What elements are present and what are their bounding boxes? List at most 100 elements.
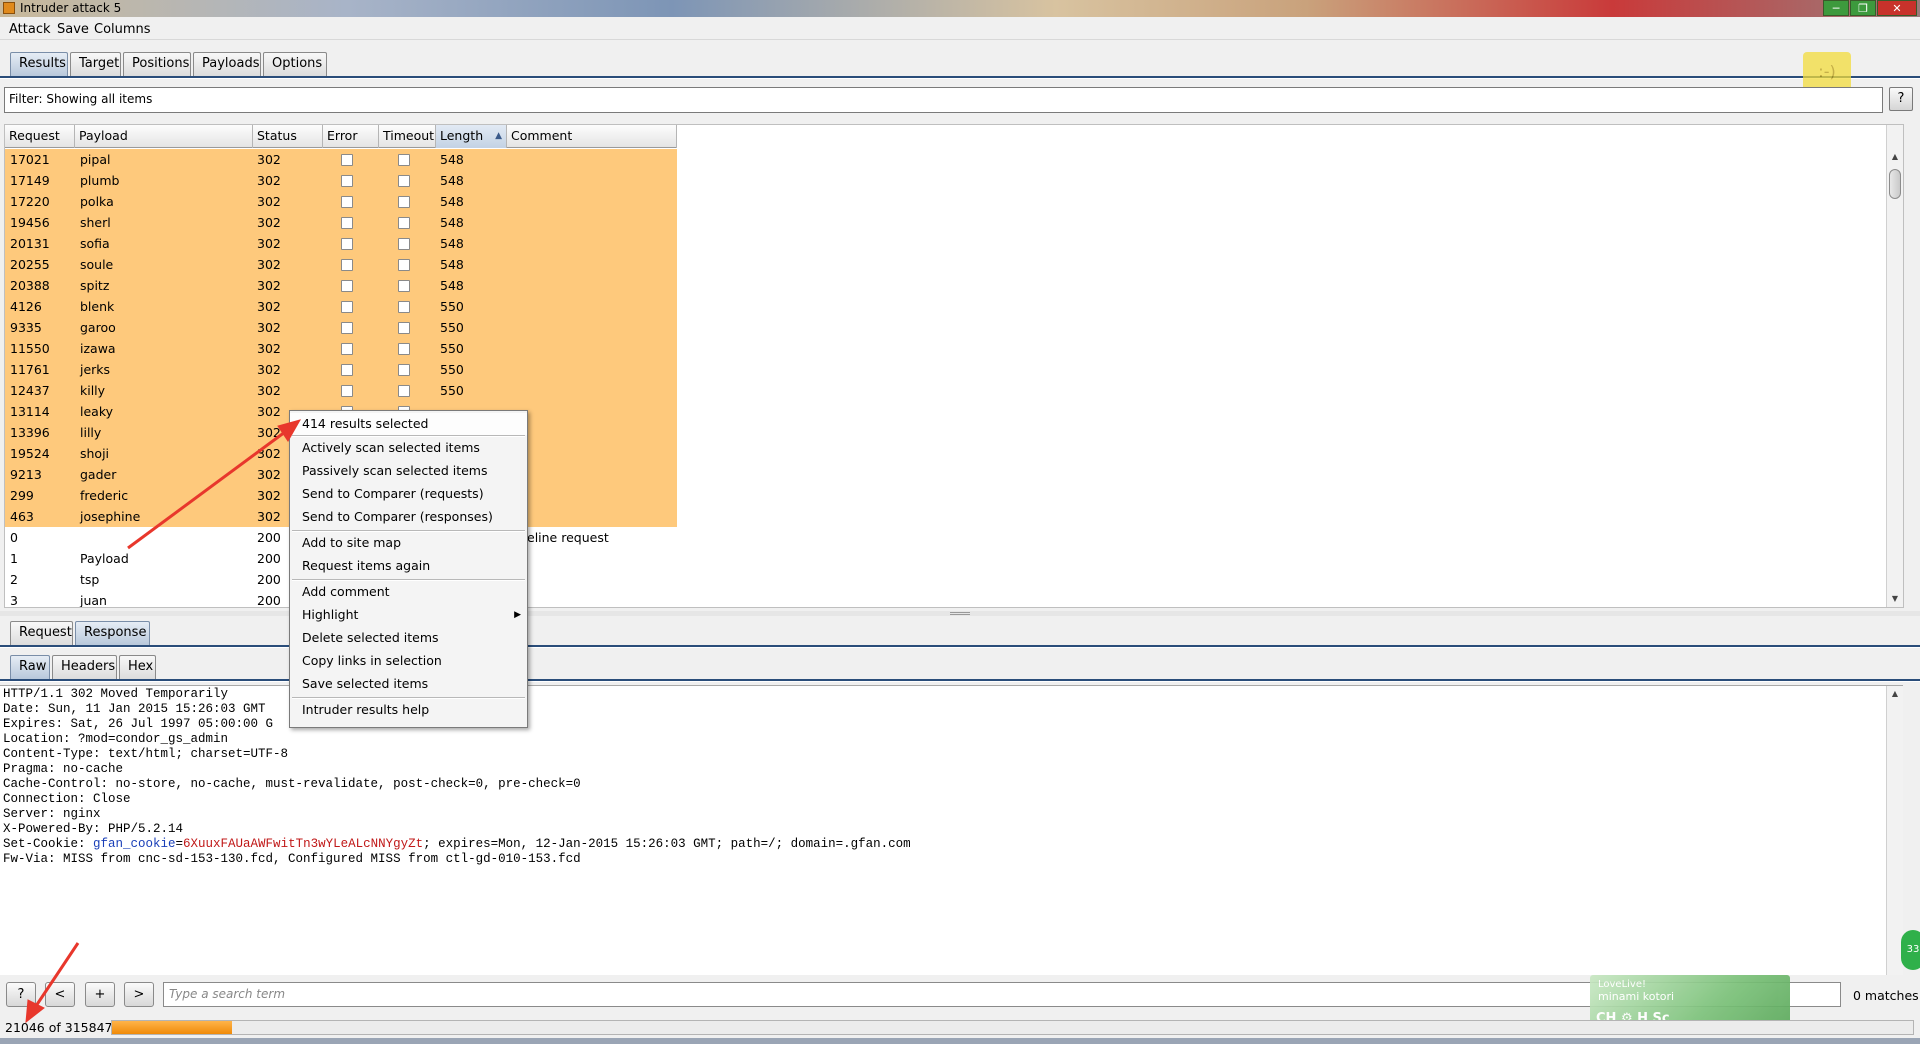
- table-row[interactable]: 11550 izawa 302 550: [5, 338, 677, 359]
- scroll-down-icon[interactable]: ▼: [1887, 591, 1903, 607]
- tab-request[interactable]: Request: [10, 621, 73, 645]
- cell-length: 548: [440, 257, 464, 272]
- response-line: Connection: Close: [3, 792, 131, 806]
- table-row[interactable]: 19456 sherl 302 548: [5, 212, 677, 233]
- attack-progress-bar: [111, 1020, 1914, 1035]
- error-checkbox[interactable]: [341, 343, 353, 355]
- response-line: Content-Type: text/html; charset=UTF-8: [3, 747, 289, 761]
- scroll-thumb[interactable]: [1889, 169, 1901, 199]
- table-row[interactable]: 11761 jerks 302 550: [5, 359, 677, 380]
- timeout-checkbox[interactable]: [398, 280, 410, 292]
- error-checkbox[interactable]: [341, 385, 353, 397]
- timeout-checkbox[interactable]: [398, 322, 410, 334]
- restore-icon[interactable]: ❐: [1850, 0, 1876, 16]
- table-row[interactable]: 17021 pipal 302 548: [5, 149, 677, 170]
- context-menu-item-passively-scan-selected-items[interactable]: Passively scan selected items: [290, 460, 527, 482]
- context-menu-item-intruder-results-help[interactable]: Intruder results help: [290, 699, 527, 721]
- tab-payloads[interactable]: Payloads: [193, 52, 261, 76]
- search-next-button[interactable]: >: [124, 982, 154, 1007]
- context-menu-item-save-selected-items[interactable]: Save selected items: [290, 673, 527, 695]
- table-scrollbar[interactable]: ▲ ▼: [1886, 125, 1903, 607]
- error-checkbox[interactable]: [341, 238, 353, 250]
- cell-payload: frederic: [80, 488, 129, 503]
- response-scrollbar[interactable]: ▲: [1886, 686, 1903, 975]
- error-checkbox[interactable]: [341, 301, 353, 313]
- context-menu-item-send-to-comparer-responses[interactable]: Send to Comparer (responses): [290, 506, 527, 528]
- cell-status: 200: [257, 593, 281, 608]
- column-payload[interactable]: Payload: [75, 125, 253, 148]
- response-text: HTTP/1.1 302 Moved Temporarily Date: Sun…: [0, 686, 1903, 868]
- menu-attack[interactable]: Attack: [9, 22, 51, 37]
- table-row[interactable]: 20131 sofia 302 548: [5, 233, 677, 254]
- error-checkbox[interactable]: [341, 259, 353, 271]
- search-prev-button[interactable]: <: [45, 982, 75, 1007]
- timeout-checkbox[interactable]: [398, 301, 410, 313]
- context-menu-item-label: Send to Comparer (requests): [302, 486, 484, 501]
- cell-length: 550: [440, 383, 464, 398]
- context-menu-item-copy-links-in-selection[interactable]: Copy links in selection: [290, 650, 527, 672]
- tab-positions[interactable]: Positions: [123, 52, 191, 76]
- table-row[interactable]: 20388 spitz 302 548: [5, 275, 677, 296]
- tab-hex[interactable]: Hex: [119, 655, 156, 679]
- timeout-checkbox[interactable]: [398, 364, 410, 376]
- column-timeout[interactable]: Timeout: [379, 125, 436, 148]
- table-header: Request Payload Status Error Timeout Len…: [5, 125, 677, 148]
- tab-results[interactable]: Results: [10, 52, 68, 76]
- column-status[interactable]: Status: [253, 125, 323, 148]
- timeout-checkbox[interactable]: [398, 238, 410, 250]
- timeout-checkbox[interactable]: [398, 196, 410, 208]
- column-error[interactable]: Error: [323, 125, 379, 148]
- table-row[interactable]: 9335 garoo 302 550: [5, 317, 677, 338]
- timeout-checkbox[interactable]: [398, 175, 410, 187]
- timeout-checkbox[interactable]: [398, 217, 410, 229]
- context-menu-item-delete-selected-items[interactable]: Delete selected items: [290, 627, 527, 649]
- context-menu-item-label: Add to site map: [302, 535, 402, 550]
- table-row[interactable]: 17149 plumb 302 548: [5, 170, 677, 191]
- error-checkbox[interactable]: [341, 175, 353, 187]
- timeout-checkbox[interactable]: [398, 385, 410, 397]
- menu-columns[interactable]: Columns: [94, 22, 151, 37]
- splitter-grip[interactable]: [950, 612, 970, 615]
- context-menu-item-request-items-again[interactable]: Request items again: [290, 555, 527, 577]
- table-row[interactable]: 12437 killy 302 550: [5, 380, 677, 401]
- close-icon[interactable]: ✕: [1877, 0, 1917, 16]
- response-viewer[interactable]: HTTP/1.1 302 Moved Temporarily Date: Sun…: [0, 685, 1903, 975]
- search-matches: 0 matches: [1853, 988, 1919, 1003]
- table-row[interactable]: 17220 polka 302 548: [5, 191, 677, 212]
- scroll-up-icon[interactable]: ▲: [1887, 149, 1903, 165]
- error-checkbox[interactable]: [341, 217, 353, 229]
- column-comment[interactable]: Comment: [507, 125, 677, 148]
- error-checkbox[interactable]: [341, 364, 353, 376]
- tab-target[interactable]: Target: [70, 52, 121, 76]
- column-length-label: Length: [440, 128, 484, 143]
- tab-options[interactable]: Options: [263, 52, 327, 76]
- table-row[interactable]: 20255 soule 302 548: [5, 254, 677, 275]
- tab-headers[interactable]: Headers: [52, 655, 117, 679]
- column-request[interactable]: Request: [5, 125, 75, 148]
- context-menu-item-send-to-comparer-requests[interactable]: Send to Comparer (requests): [290, 483, 527, 505]
- error-checkbox[interactable]: [341, 280, 353, 292]
- search-help-button[interactable]: ?: [6, 982, 36, 1007]
- filter-bar[interactable]: Filter: Showing all items: [4, 87, 1883, 113]
- minimize-icon[interactable]: ─: [1823, 0, 1849, 16]
- table-row[interactable]: 4126 blenk 302 550: [5, 296, 677, 317]
- context-menu-item-actively-scan-selected-items[interactable]: Actively scan selected items: [290, 437, 527, 459]
- cell-payload: soule: [80, 257, 114, 272]
- context-menu-item-highlight[interactable]: Highlight ▶: [290, 604, 527, 626]
- timeout-checkbox[interactable]: [398, 259, 410, 271]
- context-menu-item-add-comment[interactable]: Add comment: [290, 581, 527, 603]
- timeout-checkbox[interactable]: [398, 343, 410, 355]
- error-checkbox[interactable]: [341, 154, 353, 166]
- context-menu-item-add-to-site-map[interactable]: Add to site map: [290, 532, 527, 554]
- error-checkbox[interactable]: [341, 322, 353, 334]
- response-scroll-up-icon[interactable]: ▲: [1887, 686, 1903, 702]
- timeout-checkbox[interactable]: [398, 154, 410, 166]
- cell-status: 302: [257, 425, 281, 440]
- tab-response[interactable]: Response: [75, 621, 150, 645]
- menu-save[interactable]: Save: [57, 22, 89, 37]
- error-checkbox[interactable]: [341, 196, 353, 208]
- column-length[interactable]: Length ▲: [436, 125, 507, 148]
- filter-help-button[interactable]: ?: [1889, 87, 1913, 111]
- search-add-button[interactable]: +: [85, 982, 115, 1007]
- tab-raw[interactable]: Raw: [10, 655, 50, 679]
